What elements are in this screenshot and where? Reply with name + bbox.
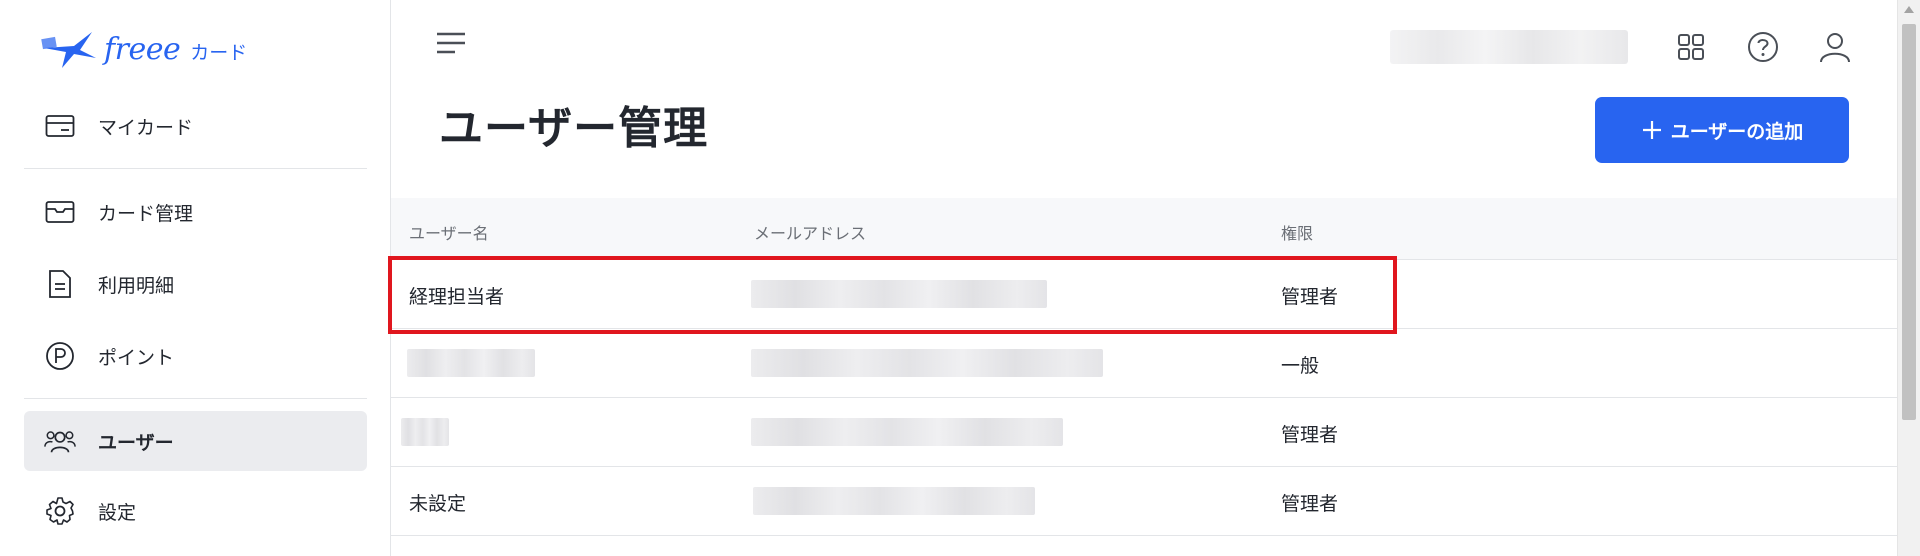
- sidebar-item-points[interactable]: ポイント: [24, 326, 367, 386]
- add-user-label: ユーザーの追加: [1670, 121, 1804, 143]
- sidebar-item-label: 利用明細: [98, 274, 175, 297]
- scroll-up-arrow-icon[interactable]: [1904, 6, 1914, 13]
- table-header: ユーザー名 メールアドレス 権限: [391, 198, 1897, 260]
- email-redacted: [751, 280, 1047, 308]
- logo-text: freee: [104, 31, 181, 67]
- divider: [24, 398, 367, 399]
- card-icon: [44, 110, 76, 142]
- table-row[interactable]: 管理者: [391, 398, 1897, 467]
- sidebar: freee カード マイカード カード管理 利用明細 ポイント ユーザー 設定: [0, 0, 391, 556]
- apps-grid-icon[interactable]: [1674, 30, 1708, 64]
- swallow-logo-icon: [41, 32, 96, 68]
- role-cell: 管理者: [1281, 493, 1339, 515]
- user-name-redacted: [401, 418, 449, 446]
- menu-icon[interactable]: [433, 28, 469, 58]
- column-header-role[interactable]: 権限: [1281, 220, 1313, 244]
- logo-sub: カード: [190, 41, 248, 64]
- document-icon: [44, 268, 76, 300]
- sidebar-item-label: カード管理: [98, 202, 194, 225]
- main-content: ユーザー管理 ユーザーの追加 ユーザー名 メールアドレス 権限 経理担当者 管理…: [391, 0, 1897, 556]
- sidebar-item-label: ポイント: [98, 346, 175, 369]
- sidebar-item-statements[interactable]: 利用明細: [24, 254, 367, 314]
- table-row[interactable]: 経理担当者 管理者: [391, 260, 1897, 329]
- users-icon: [44, 425, 76, 457]
- sidebar-item-users[interactable]: ユーザー: [24, 411, 367, 471]
- table-row[interactable]: 一般: [391, 329, 1897, 398]
- vertical-scrollbar[interactable]: [1897, 0, 1920, 556]
- gear-icon: [44, 495, 76, 527]
- sidebar-item-settings[interactable]: 設定: [24, 481, 367, 541]
- email-redacted: [753, 487, 1035, 515]
- help-icon[interactable]: [1746, 30, 1780, 64]
- user-name-redacted: [407, 349, 535, 377]
- role-cell: 一般: [1281, 355, 1320, 377]
- user-name-cell: 経理担当者: [409, 286, 505, 308]
- users-table: ユーザー名 メールアドレス 権限 経理担当者 管理者 一般 管理者 未設定 管理…: [391, 198, 1897, 536]
- app-window: freee カード マイカード カード管理 利用明細 ポイント ユーザー 設定 …: [0, 0, 1920, 556]
- plus-icon: [1642, 121, 1661, 139]
- sidebar-item-my-card[interactable]: マイカード: [24, 96, 367, 156]
- column-header-user-name[interactable]: ユーザー名: [409, 220, 489, 244]
- sidebar-item-card-management[interactable]: カード管理: [24, 182, 367, 242]
- scroll-thumb[interactable]: [1902, 24, 1916, 420]
- table-row[interactable]: 未設定 管理者: [391, 467, 1897, 536]
- user-account-icon[interactable]: [1818, 30, 1852, 64]
- sidebar-item-label: ユーザー: [98, 431, 174, 454]
- sidebar-item-label: 設定: [98, 501, 137, 524]
- user-name-cell: 未設定: [409, 493, 467, 515]
- column-header-email[interactable]: メールアドレス: [754, 220, 866, 244]
- divider: [24, 168, 367, 169]
- account-name-redacted: [1390, 30, 1628, 64]
- card-box-icon: [44, 196, 76, 228]
- freee-card-logo[interactable]: freee カード: [40, 26, 247, 72]
- email-redacted: [751, 349, 1103, 377]
- role-cell: 管理者: [1281, 286, 1339, 308]
- add-user-button[interactable]: ユーザーの追加: [1595, 97, 1849, 163]
- point-icon: [44, 340, 76, 372]
- page-title: ユーザー管理: [439, 103, 709, 154]
- email-redacted: [751, 418, 1063, 446]
- role-cell: 管理者: [1281, 424, 1339, 446]
- sidebar-item-label: マイカード: [98, 116, 194, 139]
